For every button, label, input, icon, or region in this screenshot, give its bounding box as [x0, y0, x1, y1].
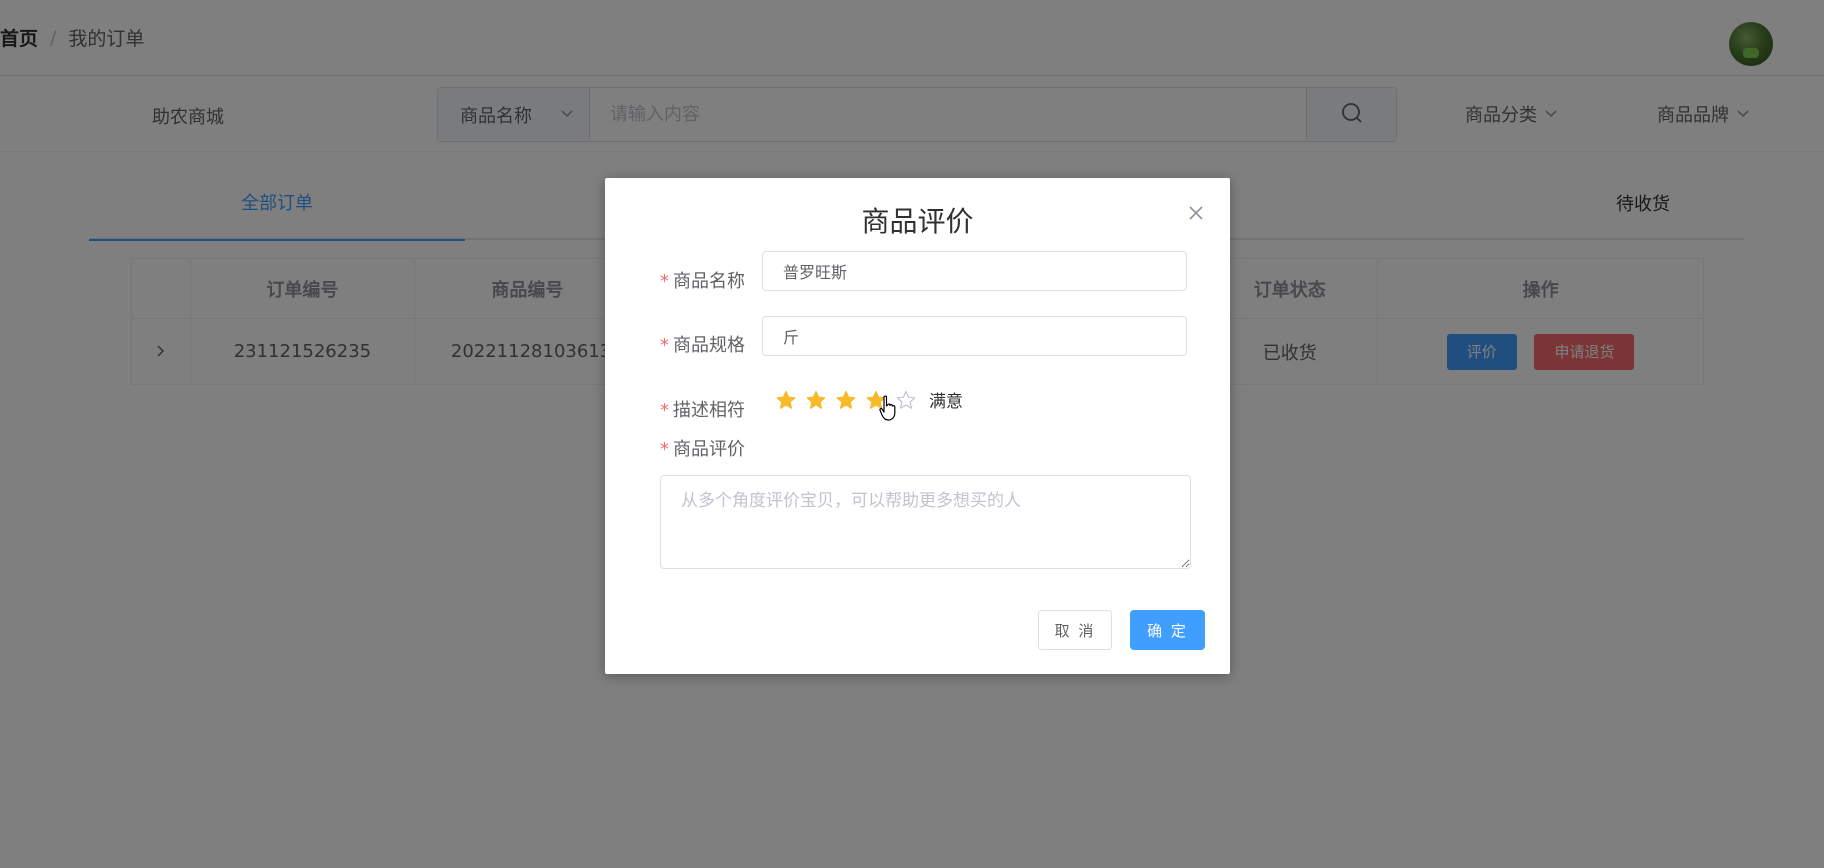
form-label-review: * 商品评价 — [660, 435, 760, 461]
cancel-button[interactable]: 取 消 — [1038, 610, 1112, 650]
rating-text: 满意 — [929, 392, 963, 412]
form-row-spec: * 商品规格 — [660, 324, 760, 364]
form-row-name: * 商品名称 — [660, 260, 760, 300]
hand-cursor-icon — [879, 395, 897, 425]
form-label-rating: * 描述相符 — [660, 396, 760, 422]
confirm-button[interactable]: 确 定 — [1130, 610, 1205, 650]
product-name-input[interactable] — [762, 251, 1187, 291]
review-textarea[interactable] — [660, 475, 1191, 569]
form-label-rating-text: 描述相符 — [673, 400, 745, 421]
form-label-name: * 商品名称 — [660, 267, 760, 293]
star-filled-icon[interactable] — [771, 388, 801, 412]
star-filled-icon[interactable] — [831, 388, 861, 412]
form-label-name-text: 商品名称 — [673, 271, 745, 292]
product-spec-input[interactable] — [762, 316, 1187, 356]
required-mark: * — [660, 335, 669, 356]
review-dialog: 商品评价 *商品名称 *商品规格 *描述相符 满意 *商品评价 取 消 确 定 — [605, 178, 1230, 674]
form-row-review: * 商品评价 — [660, 433, 760, 463]
star-filled-icon[interactable] — [801, 388, 831, 412]
star-rating[interactable]: 满意 — [771, 387, 963, 412]
required-mark: * — [660, 400, 669, 421]
required-mark: * — [660, 439, 669, 460]
form-row-rating: * 描述相符 — [660, 389, 760, 429]
form-label-spec-text: 商品规格 — [673, 335, 745, 356]
form-label-review-text: 商品评价 — [673, 439, 745, 460]
form-label-spec: * 商品规格 — [660, 331, 760, 357]
dialog-title: 商品评价 — [861, 205, 974, 238]
close-icon[interactable] — [1185, 202, 1207, 224]
required-mark: * — [660, 271, 669, 292]
